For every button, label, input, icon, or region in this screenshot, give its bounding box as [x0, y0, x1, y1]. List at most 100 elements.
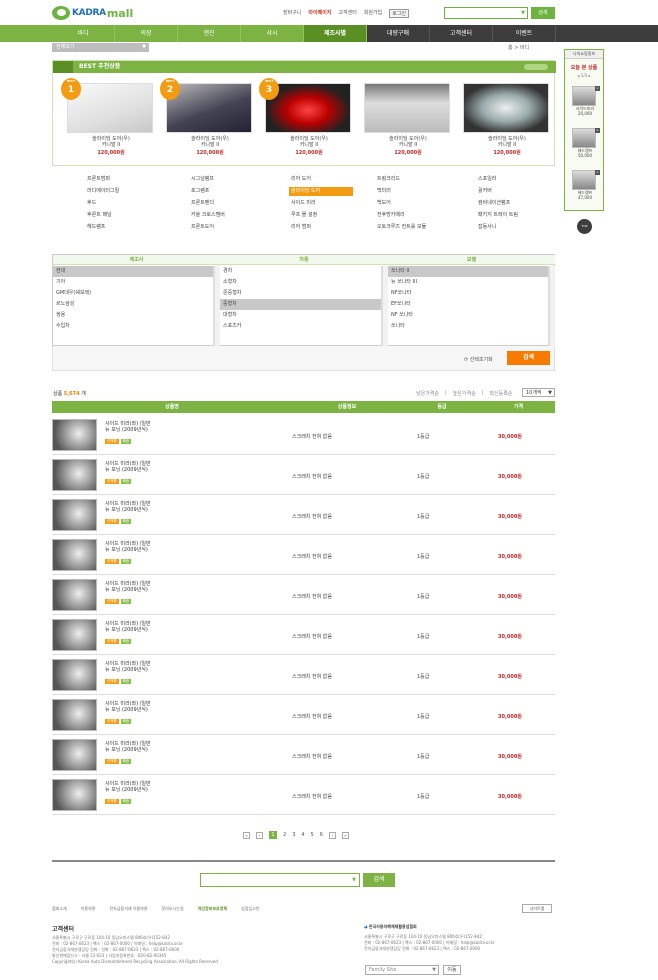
- footer-link-directions[interactable]: 찾아오시는길: [162, 906, 184, 912]
- top-search-input[interactable]: ▼: [444, 7, 528, 19]
- category-item[interactable]: 백도어: [375, 199, 391, 208]
- product-name[interactable]: 슬라이딩 도어(우) 카니발 II: [364, 136, 452, 148]
- product-name[interactable]: 사이드 미러(좌) /일반 뉴 모닝 (2009년식): [105, 701, 195, 713]
- category-item[interactable]: 후론트 패널: [85, 211, 112, 220]
- first-page-icon[interactable]: «: [243, 831, 250, 839]
- model-option[interactable]: NF쏘나타: [388, 288, 548, 299]
- recent-item[interactable]: × 헤드램프 47,000: [570, 170, 600, 200]
- page-5[interactable]: 5: [311, 832, 314, 838]
- type-option[interactable]: 소형차: [220, 277, 381, 288]
- footer-link-ef-terms[interactable]: 전자금융거래 이용약관: [109, 906, 147, 912]
- product-name[interactable]: 사이드 미러(좌) /일반 뉴 모닝 (2009년식): [105, 781, 195, 793]
- product-thumbnail[interactable]: [52, 659, 97, 691]
- category-item[interactable]: 전후방카메라: [375, 211, 405, 220]
- product-thumbnail[interactable]: [52, 739, 97, 771]
- best-product[interactable]: 슬라이딩 도어(우) 카니발 II 120,000원: [463, 83, 551, 165]
- footer-link-about[interactable]: 협회소개: [52, 906, 67, 912]
- nav-item-customer-center[interactable]: 고객센터: [430, 25, 493, 42]
- cart-link[interactable]: 장바구니: [283, 9, 301, 18]
- product-name[interactable]: 사이드 미러(좌) /일반 뉴 모닝 (2009년식): [105, 541, 195, 553]
- category-item[interactable]: 포그램프: [189, 187, 209, 196]
- table-row[interactable]: 사이드 미러(좌) /일반 뉴 모닝 (2009년식) 신제품 배송 스크래치 전혀 …: [52, 775, 555, 815]
- type-option[interactable]: 스포츠카: [220, 321, 381, 332]
- maker-option[interactable]: 르노삼성: [53, 299, 213, 310]
- view-all-select[interactable]: 전체보기 ▼: [52, 43, 149, 52]
- recent-item-image[interactable]: [572, 128, 596, 148]
- footer-link-privacy[interactable]: 개인정보보호정책: [198, 906, 227, 912]
- footer-link-terms[interactable]: 이용약관: [81, 906, 96, 912]
- category-item[interactable]: 프론트범퍼: [85, 175, 110, 184]
- selector-search-button[interactable]: 검색: [507, 351, 550, 365]
- category-item[interactable]: 잡동사니: [476, 223, 496, 232]
- close-icon[interactable]: ×: [595, 170, 600, 175]
- product-image[interactable]: [463, 83, 549, 133]
- page-1[interactable]: 1: [269, 831, 277, 839]
- page-2[interactable]: 2: [283, 832, 286, 838]
- table-row[interactable]: 사이드 미러(좌) /일반 뉴 모닝 (2009년식) 신제품 배송 스크래치 전혀 …: [52, 495, 555, 535]
- category-item[interactable]: 시그널램프: [189, 175, 214, 184]
- best-product[interactable]: 슬라이딩 도어(우) 카니발 II 120,000원: [364, 83, 452, 165]
- product-name[interactable]: 사이드 미러(좌) /일반 뉴 모닝 (2009년식): [105, 621, 195, 633]
- category-item[interactable]: 휠커버: [476, 187, 492, 196]
- product-name[interactable]: 슬라이딩 도어(우) 카니발 II: [463, 136, 551, 148]
- maker-option[interactable]: 기아: [53, 277, 213, 288]
- category-item[interactable]: 후드: [85, 199, 96, 208]
- best-product[interactable]: BEST 2 슬라이딩 도어(우) 카니발 II 120,000원: [160, 78, 254, 165]
- mypage-link[interactable]: 마이페이지: [308, 9, 331, 18]
- nav-item-event[interactable]: 이벤트: [493, 25, 556, 42]
- type-option[interactable]: 대형차: [220, 310, 381, 321]
- nav-item-engine[interactable]: 엔진: [178, 25, 241, 42]
- category-item[interactable]: 사이드 미러: [289, 199, 316, 208]
- product-name[interactable]: 사이드 미러(좌) /일반 뉴 모닝 (2009년식): [105, 421, 195, 433]
- category-item[interactable]: 트렁크리드: [375, 175, 400, 184]
- page-3[interactable]: 3: [292, 832, 295, 838]
- nav-item-by-maker[interactable]: 제조사별: [304, 25, 367, 42]
- recent-item[interactable]: × 헤드램프 50,000: [570, 128, 600, 158]
- product-name[interactable]: 슬라이딩 도어(우) 카니발 II: [166, 136, 254, 148]
- product-thumbnail[interactable]: [52, 779, 97, 811]
- product-name[interactable]: 사이드 미러(좌) /일반 뉴 모닝 (2009년식): [105, 461, 195, 473]
- product-thumbnail[interactable]: [52, 539, 97, 571]
- model-option[interactable]: NF 쏘나타: [388, 310, 548, 321]
- model-option[interactable]: EF쏘나타: [388, 299, 548, 310]
- sort-latest[interactable]: 최신등록순: [489, 390, 512, 397]
- maker-option[interactable]: 쌍용: [53, 310, 213, 321]
- panel-header[interactable]: 나의쇼핑정보: [565, 50, 603, 59]
- recent-item[interactable]: × 사이드미러 20,000: [570, 86, 600, 116]
- table-row[interactable]: 사이드 미러(좌) /일반 뉴 모닝 (2009년식) 신제품 배송 스크래치 전혀 …: [52, 655, 555, 695]
- product-thumbnail[interactable]: [52, 499, 97, 531]
- category-item[interactable]: 리어 범퍼: [289, 223, 311, 232]
- nav-item-body[interactable]: 바디: [52, 25, 115, 42]
- model-scrollbar[interactable]: [549, 266, 555, 346]
- product-thumbnail[interactable]: [52, 459, 97, 491]
- page-4[interactable]: 4: [301, 832, 304, 838]
- category-item[interactable]: 오토크루즈 컨트롤 모듈: [375, 223, 426, 232]
- product-thumbnail[interactable]: [52, 579, 97, 611]
- login-button[interactable]: 로그인: [389, 9, 410, 18]
- product-name[interactable]: 슬라이딩 도어(우) 카니발 II: [265, 136, 353, 148]
- nav-item-interior[interactable]: 의장: [115, 25, 178, 42]
- table-row[interactable]: 사이드 미러(좌) /일반 뉴 모닝 (2009년식) 신제품 배송 스크래치 전혀 …: [52, 415, 555, 455]
- per-page-select[interactable]: 10개씩 ▼: [522, 388, 555, 397]
- reset-button[interactable]: ⟳ 선택초기화: [464, 356, 493, 363]
- type-option[interactable]: 중형차: [220, 299, 381, 310]
- category-item[interactable]: 백미러: [375, 187, 391, 196]
- sitemap-button[interactable]: 사이트맵: [522, 904, 552, 913]
- model-option[interactable]: 쏘나타: [388, 321, 548, 332]
- prev-page-icon[interactable]: ‹: [256, 831, 263, 839]
- product-name[interactable]: 사이드 미러(좌) /일반 뉴 모닝 (2009년식): [105, 741, 195, 753]
- type-option[interactable]: 준중형차: [220, 288, 381, 299]
- bottom-search-input[interactable]: ▼: [200, 873, 360, 887]
- signup-link[interactable]: 회원가입: [364, 9, 382, 18]
- family-site-go-button[interactable]: 이동: [443, 965, 461, 975]
- family-site-select[interactable]: Family Site ▼: [365, 965, 439, 975]
- category-item[interactable]: 프론트도어: [189, 223, 214, 232]
- table-row[interactable]: 사이드 미러(좌) /일반 뉴 모닝 (2009년식) 신제품 배송 스크래치 전혀 …: [52, 455, 555, 495]
- product-name[interactable]: 사이드 미러(좌) /일반 뉴 모닝 (2009년식): [105, 581, 195, 593]
- category-item[interactable]: 헤드램프: [85, 223, 105, 232]
- product-thumbnail[interactable]: [52, 419, 97, 451]
- category-item[interactable]: 프론트펜더: [189, 199, 214, 208]
- nav-item-chassis[interactable]: 샤시: [241, 25, 304, 42]
- product-thumbnail[interactable]: [52, 699, 97, 731]
- bottom-search-button[interactable]: 검색: [363, 873, 395, 887]
